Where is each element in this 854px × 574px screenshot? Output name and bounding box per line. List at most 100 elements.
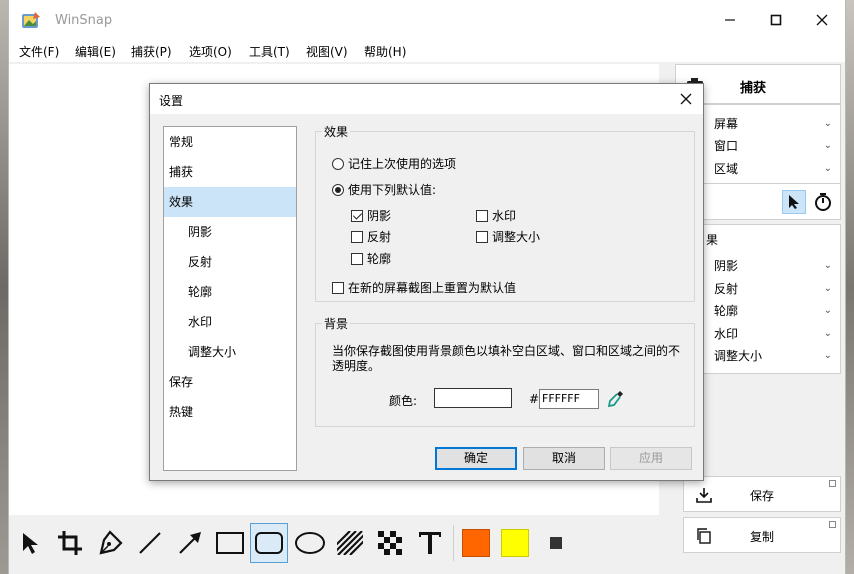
hatch-icon	[337, 531, 363, 555]
checkbox-reset-defaults-label: 在新的屏幕截图上重置为默认值	[348, 281, 517, 295]
checkbox-watermark-label: 水印	[492, 209, 517, 223]
pointer-icon	[23, 533, 38, 554]
chevron-down-icon: ⌄	[823, 305, 832, 316]
radio-use-defaults[interactable]: 使用下列默认值:	[332, 181, 436, 198]
rectangle-tool[interactable]	[211, 523, 249, 563]
pen-tool[interactable]	[91, 523, 129, 563]
effects-panel-header: 果	[706, 233, 719, 247]
close-icon	[816, 14, 828, 26]
effects-group-label: 效果	[322, 123, 351, 140]
effect-item-outline[interactable]: 轮廓	[714, 302, 738, 319]
menu-edit[interactable]: 编辑(E)	[75, 43, 116, 60]
eyedropper-button[interactable]	[606, 389, 624, 409]
hatch-tool[interactable]	[331, 523, 369, 563]
menu-options[interactable]: 选项(O)	[189, 43, 232, 60]
menu-capture[interactable]: 捕获(P)	[131, 43, 172, 60]
fill-color-button[interactable]	[457, 523, 495, 563]
capture-item-screen[interactable]: 屏幕	[714, 115, 738, 132]
timer-icon	[815, 193, 831, 211]
dialog-title: 设置	[159, 94, 184, 108]
chevron-down-icon: ⌄	[823, 118, 832, 129]
nav-item-shadow[interactable]: 阴影	[164, 217, 296, 247]
cancel-button[interactable]: 取消	[523, 447, 605, 470]
checkbox-reflection-label: 反射	[367, 230, 392, 244]
effect-item-watermark[interactable]: 水印	[714, 325, 738, 342]
apply-button[interactable]: 应用	[610, 447, 692, 470]
effects-group: 效果 记住上次使用的选项 使用下列默认值: 阴影 水印 反射 调整大小 轮廓 在…	[315, 123, 695, 302]
close-icon	[680, 93, 692, 105]
nav-item-save[interactable]: 保存	[164, 367, 296, 397]
menu-help[interactable]: 帮助(H)	[364, 43, 406, 60]
menu-tools[interactable]: 工具(T)	[249, 43, 290, 60]
copy-options-corner[interactable]	[829, 521, 836, 528]
nav-item-watermark[interactable]: 水印	[164, 307, 296, 337]
ellipse-tool[interactable]	[291, 523, 329, 563]
pointer-mode-button[interactable]	[782, 190, 806, 214]
hex-color-value: FFFFFF	[542, 392, 580, 405]
nav-item-reflection[interactable]: 反射	[164, 247, 296, 277]
minimize-button[interactable]	[707, 0, 753, 40]
checkbox	[476, 209, 488, 222]
maximize-button[interactable]	[753, 0, 799, 40]
checkbox-resize[interactable]: 调整大小	[476, 228, 540, 245]
hex-color-input[interactable]: FFFFFF	[539, 389, 599, 409]
winsnap-logo-icon	[21, 11, 41, 31]
pointer-tool[interactable]	[11, 523, 49, 563]
checkbox-checked	[351, 209, 363, 222]
ok-button[interactable]: 确定	[435, 447, 517, 470]
secondary-color-button[interactable]	[496, 523, 534, 563]
rounded-rectangle-icon	[255, 532, 283, 554]
nav-item-outline[interactable]: 轮廓	[164, 277, 296, 307]
ellipse-icon	[295, 532, 325, 554]
rectangle-icon	[216, 532, 244, 554]
line-width-button[interactable]	[537, 523, 575, 563]
copy-button[interactable]: 复制	[683, 517, 841, 553]
save-options-corner[interactable]	[829, 480, 836, 487]
settings-dialog: 设置 常规 捕获 效果 阴影 反射 轮廓 水印 调整大小 保存 热键 效果 记住…	[149, 83, 704, 481]
save-label: 保存	[750, 489, 775, 503]
timer-button[interactable]	[812, 190, 834, 214]
checkbox-outline[interactable]: 轮廓	[351, 250, 391, 267]
radio-use-defaults-label: 使用下列默认值:	[348, 183, 437, 197]
effect-item-shadow[interactable]: 阴影	[714, 257, 738, 274]
checkbox-resize-label: 调整大小	[492, 230, 541, 244]
crop-icon	[58, 531, 82, 555]
secondary-color-swatch	[501, 529, 529, 557]
arrow-tool[interactable]	[171, 523, 209, 563]
nav-item-general[interactable]: 常规	[164, 127, 296, 157]
checkbox-reset-defaults[interactable]: 在新的屏幕截图上重置为默认值	[332, 279, 516, 296]
capture-item-window[interactable]: 窗口	[714, 137, 738, 154]
save-button[interactable]: 保存	[683, 476, 841, 512]
settings-nav: 常规 捕获 效果 阴影 反射 轮廓 水印 调整大小 保存 热键	[163, 126, 297, 471]
nav-item-hotkeys[interactable]: 热键	[164, 397, 296, 427]
close-button[interactable]	[799, 0, 845, 40]
effect-item-reflection[interactable]: 反射	[714, 280, 738, 297]
pixelate-icon	[378, 531, 402, 555]
checkbox-reflection[interactable]: 反射	[351, 228, 391, 245]
background-description: 当你保存截图使用背景颜色以填补空白区域、窗口和区域之间的不透明度。	[332, 344, 681, 373]
text-tool[interactable]	[411, 523, 449, 563]
capture-item-region[interactable]: 区域	[714, 160, 738, 177]
menu-file[interactable]: 文件(F)	[19, 43, 59, 60]
hash-label: #	[529, 392, 540, 406]
copy-label: 复制	[750, 530, 775, 544]
background-group: 背景 当你保存截图使用背景颜色以填补空白区域、窗口和区域之间的不透明度。 颜色:…	[315, 315, 695, 427]
checkbox-shadow[interactable]: 阴影	[351, 207, 391, 224]
checkbox-watermark[interactable]: 水印	[476, 207, 516, 224]
nav-item-capture[interactable]: 捕获	[164, 157, 296, 187]
pixelate-tool[interactable]	[371, 523, 409, 563]
effect-item-resize[interactable]: 调整大小	[714, 347, 762, 364]
copy-icon	[697, 528, 711, 544]
pen-icon	[99, 530, 123, 555]
rounded-rectangle-tool[interactable]	[250, 523, 288, 563]
line-icon	[139, 532, 161, 554]
nav-item-resize[interactable]: 调整大小	[164, 337, 296, 367]
nav-item-effects[interactable]: 效果	[164, 187, 296, 217]
line-tool[interactable]	[131, 523, 169, 563]
dialog-close-button[interactable]	[675, 88, 697, 110]
color-swatch-button[interactable]	[434, 388, 512, 408]
menu-view[interactable]: 视图(V)	[306, 43, 348, 60]
radio-remember-last[interactable]: 记住上次使用的选项	[332, 155, 456, 172]
crop-tool[interactable]	[51, 523, 89, 563]
capture-label: 捕获	[740, 81, 767, 96]
